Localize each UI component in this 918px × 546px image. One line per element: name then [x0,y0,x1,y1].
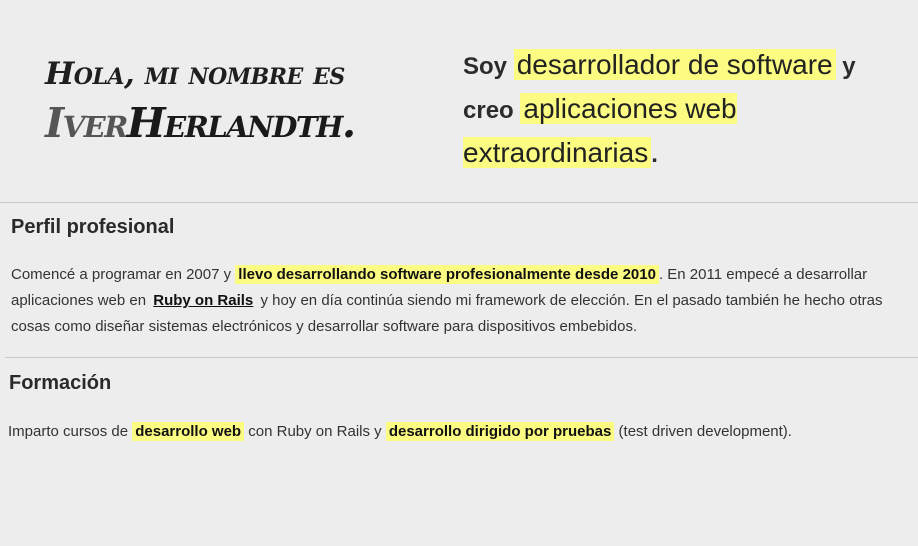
hero-greeting: Hola, mi nombre es [45,56,345,92]
tagline-text-1: Soy [463,53,514,80]
profile-highlight: llevo desarrollando software profesional… [235,265,659,284]
hero-name-block: Hola, mi nombre es IverHerlandth. [45,52,445,148]
hero-first-name: Iver [45,99,128,147]
section-divider [5,357,918,358]
hero-divider [0,202,918,203]
training-title: Formación [9,372,112,394]
ruby-on-rails-link[interactable]: Ruby on Rails [150,292,256,309]
training-highlight-tdd: desarrollo dirigido por pruebas [385,422,615,441]
page: Hola, mi nombre es IverHerlandth. Soy de… [0,0,918,546]
hero-last-name: Herlandth. [126,99,356,147]
tagline-highlight-software: desarrollador de software [513,49,836,80]
profile-text-1: Comencé a programar en 2007 y [11,266,236,283]
profile-paragraph: Comencé a programar en 2007 y llevo desa… [11,262,916,340]
training-text-3: (test driven development). [614,423,792,440]
training-highlight-web: desarrollo web [132,422,245,441]
hero-tagline: Soy desarrollador de software y creo apl… [463,44,913,176]
training-text-2: con Ruby on Rails y [244,423,386,440]
training-text-1: Imparto cursos de [8,423,133,440]
hero-full-name: IverHerlandth. [45,98,445,148]
profile-title: Perfil profesional [11,216,175,238]
training-paragraph: Imparto cursos de desarrollo web con Rub… [8,419,913,445]
tagline-text-3: . [651,141,658,168]
